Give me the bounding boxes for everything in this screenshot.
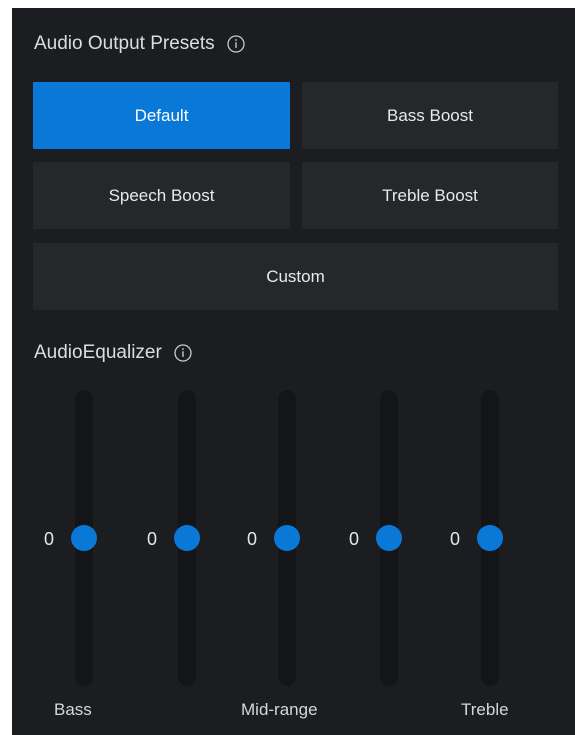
info-icon[interactable] [226,35,245,53]
presets-title: Audio Output Presets [34,33,215,54]
eq-band-4: 0 [339,388,402,688]
eq-band-1-value: 0 [43,529,54,549]
eq-band-2-value: 0 [146,529,157,549]
info-icon[interactable] [174,344,192,362]
eq-band-3-knob[interactable] [274,525,300,551]
eq-band-5-value: 0 [449,529,460,549]
eq-band-2: 0 [137,388,200,688]
presets-header: Audio Output Presets [34,31,245,57]
preset-custom-button[interactable]: Custom [33,243,558,310]
eq-label-treble: Treble [461,700,509,719]
eq-label-mid-range: Mid-range [241,700,318,719]
eq-label-bass: Bass [54,700,92,719]
eq-band-3: 0 [237,388,300,688]
preset-speech-boost-button[interactable]: Speech Boost [33,162,290,229]
eq-band-3-value: 0 [246,529,257,549]
eq-band-5-knob[interactable] [477,525,503,551]
equalizer-title: AudioEqualizer [34,342,162,363]
eq-band-1: 0 [34,388,97,688]
preset-treble-boost-button[interactable]: Treble Boost [302,162,558,229]
eq-band-4-knob[interactable] [376,525,402,551]
eq-band-5: 0 [440,388,503,688]
preset-bass-boost-button[interactable]: Bass Boost [302,82,558,149]
eq-band-1-knob[interactable] [71,525,97,551]
eq-band-2-knob[interactable] [174,525,200,551]
equalizer-header: AudioEqualizer [34,340,192,366]
equalizer-sliders: 0 0 0 0 0 [12,388,575,688]
eq-band-4-value: 0 [348,529,359,549]
preset-default-button[interactable]: Default [33,82,290,149]
audio-settings-panel: Audio Output Presets Default Bass Boost … [12,8,575,735]
